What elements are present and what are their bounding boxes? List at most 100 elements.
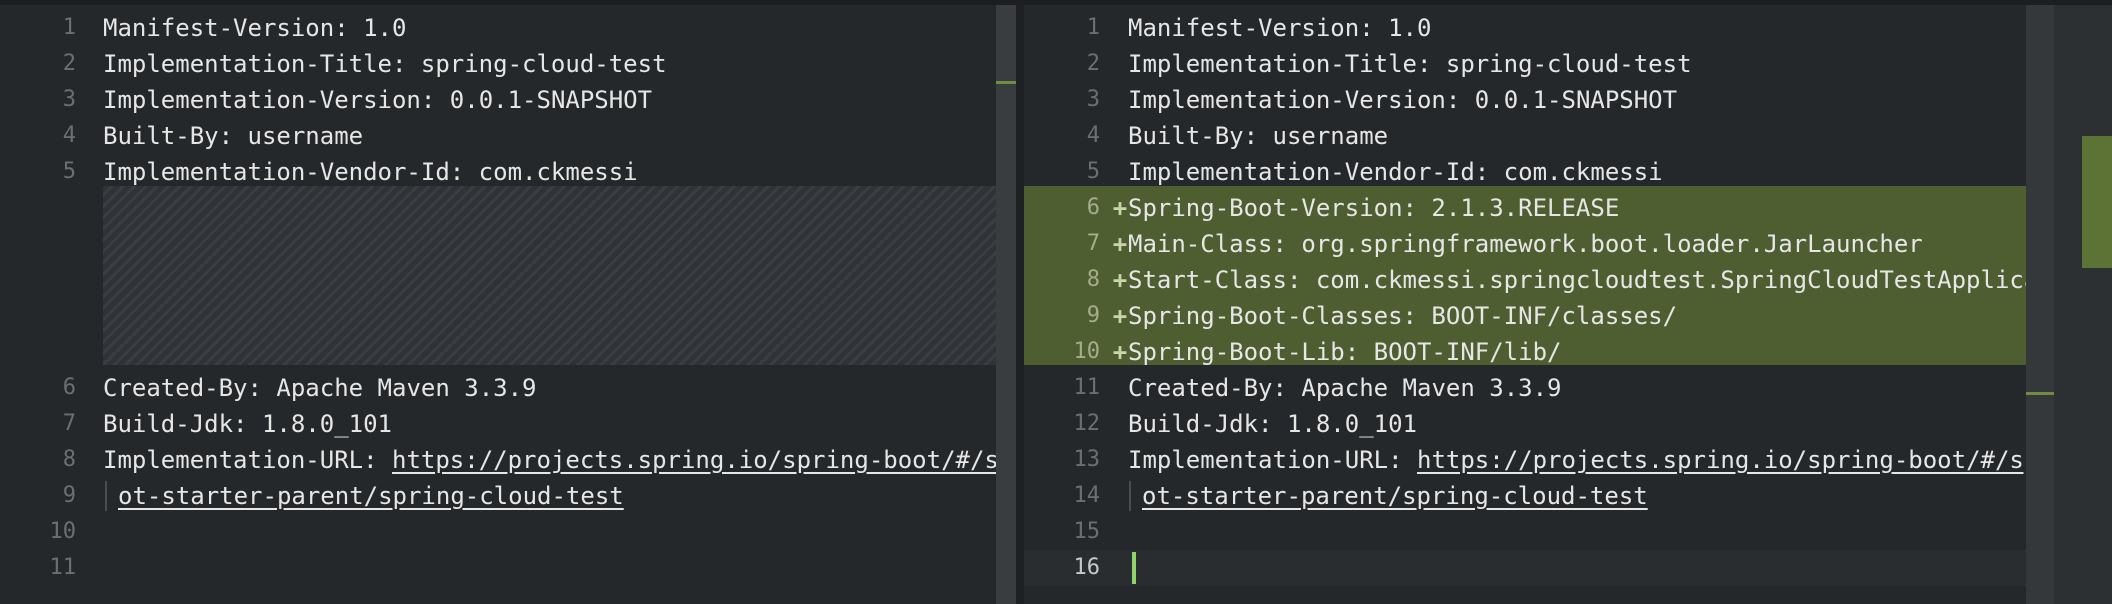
code-line[interactable]: 2 Implementation-Title: spring-cloud-tes… xyxy=(1024,46,2054,82)
code-line[interactable]: 6 Created-By: Apache Maven 3.3.9 xyxy=(0,370,996,406)
added-line[interactable]: 10 + Spring-Boot-Lib: BOOT-INF/lib/ xyxy=(1024,334,2054,370)
manifest-key: Created-By: xyxy=(103,374,262,402)
line-text: Implementation-Version: 0.0.1-SNAPSHOT xyxy=(103,82,652,118)
line-text: Spring-Boot-Classes: BOOT-INF/classes/ xyxy=(1128,298,1677,334)
line-number: 5 xyxy=(1086,159,1100,184)
line-text: Implementation-Title: spring-cloud-test xyxy=(1128,46,1692,82)
manifest-value: org.springframework.boot.loader.JarLaunc… xyxy=(1286,230,1923,258)
line-number: 6 xyxy=(62,375,76,400)
code-line[interactable]: 5 Implementation-Vendor-Id: com.ckmessi xyxy=(1024,154,2054,190)
url-link-continuation[interactable]: ot-starter-parent/spring-cloud-test xyxy=(118,482,624,510)
line-number: 3 xyxy=(62,87,76,112)
manifest-value: 0.0.1-SNAPSHOT xyxy=(435,86,653,114)
line-number: 4 xyxy=(1086,123,1100,148)
plus-icon: + xyxy=(1112,194,1128,222)
manifest-value: 0.0.1-SNAPSHOT xyxy=(1460,86,1678,114)
line-number: 2 xyxy=(62,51,76,76)
manifest-key: Manifest-Version: xyxy=(1128,14,1374,42)
added-line[interactable]: 6 + Spring-Boot-Version: 2.1.3.RELEASE xyxy=(1024,190,2054,226)
line-text: Implementation-Title: spring-cloud-test xyxy=(103,46,667,82)
right-diff-pane[interactable]: 1 Manifest-Version: 1.0 2 Implementation… xyxy=(1024,5,2054,604)
manifest-value: com.ckmessi.springcloudtest.SpringCloudT… xyxy=(1301,266,2053,294)
line-number: 3 xyxy=(1086,87,1100,112)
manifest-key: Built-By: xyxy=(103,122,234,150)
url-link[interactable]: https://projects.spring.io/spring-boot/#… xyxy=(1417,446,2053,474)
code-line[interactable]: 11 xyxy=(0,550,996,586)
line-text: Build-Jdk: 1.8.0_101 xyxy=(1128,406,1417,442)
pane-divider[interactable] xyxy=(1016,5,1024,604)
plus-icon: + xyxy=(1112,230,1128,258)
code-line[interactable]: 1 Manifest-Version: 1.0 xyxy=(1024,10,2054,46)
line-number: 13 xyxy=(1073,447,1101,472)
code-line[interactable]: 7 Build-Jdk: 1.8.0_101 xyxy=(0,406,996,442)
line-text: Manifest-Version: 1.0 xyxy=(103,10,406,46)
current-line[interactable]: 16 xyxy=(1024,550,2054,586)
manifest-value: username xyxy=(1258,122,1389,150)
manifest-value: 1.0 xyxy=(348,14,407,42)
added-line[interactable]: 8 + Start-Class: com.ckmessi.springcloud… xyxy=(1024,262,2054,298)
left-diff-pane[interactable]: 1 Manifest-Version: 1.0 2 Implementation… xyxy=(0,5,996,604)
line-text: Main-Class: org.springframework.boot.loa… xyxy=(1128,226,1923,262)
manifest-value: 1.8.0_101 xyxy=(247,410,392,438)
manifest-key: Spring-Boot-Version: xyxy=(1128,194,1417,222)
manifest-value: Apache Maven 3.3.9 xyxy=(1286,374,1562,402)
line-number: 14 xyxy=(1073,483,1101,508)
soft-wrap-indicator xyxy=(105,481,107,511)
line-number: 16 xyxy=(1073,555,1101,580)
manifest-key: Implementation-Title: xyxy=(1128,50,1432,78)
manifest-key: Built-By: xyxy=(1128,122,1259,150)
code-line[interactable]: 4 Built-By: username xyxy=(1024,118,2054,154)
code-line[interactable]: 2 Implementation-Title: spring-cloud-tes… xyxy=(0,46,996,82)
line-text: Implementation-URL: https://projects.spr… xyxy=(1128,442,2053,478)
line-number: 8 xyxy=(62,447,76,472)
code-line[interactable]: 13 Implementation-URL: https://projects.… xyxy=(1024,442,2054,478)
added-line[interactable]: 7 + Main-Class: org.springframework.boot… xyxy=(1024,226,2054,262)
code-line[interactable]: 3 Implementation-Version: 0.0.1-SNAPSHOT xyxy=(1024,82,2054,118)
manifest-value: 1.8.0_101 xyxy=(1272,410,1417,438)
code-line[interactable]: 8 Implementation-URL: https://projects.s… xyxy=(0,442,996,478)
code-line[interactable]: 15 xyxy=(1024,514,2054,550)
line-number: 5 xyxy=(62,159,76,184)
manifest-key: Created-By: xyxy=(1128,374,1287,402)
manifest-value: spring-cloud-test xyxy=(406,50,667,78)
text-cursor xyxy=(1132,552,1136,584)
manifest-key: Main-Class: xyxy=(1128,230,1287,258)
plus-icon: + xyxy=(1112,338,1128,366)
line-text: Implementation-Version: 0.0.1-SNAPSHOT xyxy=(1128,82,1677,118)
line-text: Spring-Boot-Lib: BOOT-INF/lib/ xyxy=(1128,334,1561,370)
manifest-value: 2.1.3.RELEASE xyxy=(1416,194,1620,222)
manifest-value: com.ckmessi xyxy=(464,158,638,186)
manifest-key: Manifest-Version: xyxy=(103,14,349,42)
code-line[interactable]: 1 Manifest-Version: 1.0 xyxy=(0,10,996,46)
url-link[interactable]: https://projects.spring.io/spring-boot/#… xyxy=(392,446,996,474)
code-line[interactable]: 11 Created-By: Apache Maven 3.3.9 xyxy=(1024,370,2054,406)
line-text: Implementation-URL: https://projects.spr… xyxy=(103,442,996,478)
code-line[interactable]: 14 ot-starter-parent/spring-cloud-test xyxy=(1024,478,2054,514)
line-text: Build-Jdk: 1.8.0_101 xyxy=(103,406,392,442)
manifest-value: Apache Maven 3.3.9 xyxy=(261,374,537,402)
line-number: 6 xyxy=(1086,195,1100,220)
manifest-key: Implementation-Title: xyxy=(103,50,407,78)
right-scrollbar[interactable] xyxy=(2026,5,2054,604)
code-line[interactable]: 3 Implementation-Version: 0.0.1-SNAPSHOT xyxy=(0,82,996,118)
manifest-value: spring-cloud-test xyxy=(1431,50,1692,78)
line-number: 10 xyxy=(49,519,77,544)
added-line[interactable]: 9 + Spring-Boot-Classes: BOOT-INF/classe… xyxy=(1024,298,2054,334)
line-number: 9 xyxy=(1086,303,1100,328)
url-link-continuation[interactable]: ot-starter-parent/spring-cloud-test xyxy=(1142,482,1648,510)
code-line[interactable]: 12 Build-Jdk: 1.8.0_101 xyxy=(1024,406,2054,442)
manifest-key: Spring-Boot-Classes: xyxy=(1128,302,1417,330)
code-line[interactable]: 9 ot-starter-parent/spring-cloud-test xyxy=(0,478,996,514)
code-line[interactable]: 4 Built-By: username xyxy=(0,118,996,154)
code-line[interactable]: 5 Implementation-Vendor-Id: com.ckmessi xyxy=(0,154,996,190)
line-text: Built-By: username xyxy=(103,118,363,154)
line-number: 4 xyxy=(62,123,76,148)
code-line[interactable]: 10 xyxy=(0,514,996,550)
manifest-value: BOOT-INF/classes/ xyxy=(1416,302,1678,330)
diff-overview-ruler[interactable] xyxy=(2054,5,2112,604)
line-text: ot-starter-parent/spring-cloud-test xyxy=(1142,478,1648,514)
line-number: 8 xyxy=(1086,267,1100,292)
manifest-key: Implementation-Version: xyxy=(1128,86,1461,114)
line-number: 15 xyxy=(1073,519,1101,544)
line-text: Created-By: Apache Maven 3.3.9 xyxy=(103,370,537,406)
